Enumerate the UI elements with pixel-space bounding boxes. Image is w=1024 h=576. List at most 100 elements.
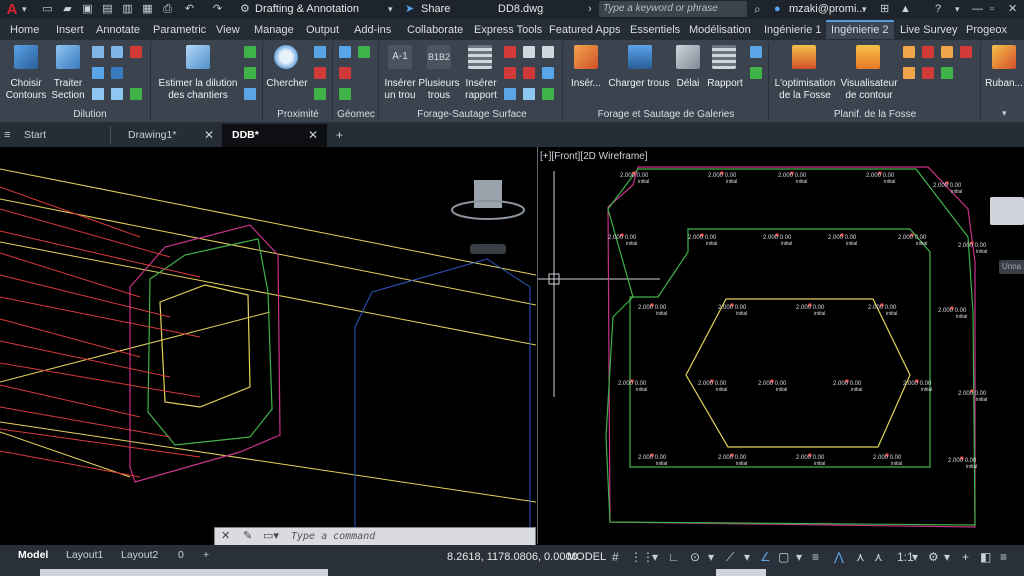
- search-icon[interactable]: ⌕: [754, 1, 761, 18]
- tab-ingenierie-2[interactable]: Ingénierie 2: [826, 20, 894, 39]
- rapport-button[interactable]: Rapport: [704, 78, 746, 90]
- dilution-tool-1-icon[interactable]: [92, 46, 104, 58]
- workspace-switcher[interactable]: Drafting & Annotation: [255, 2, 359, 17]
- wcs-dropdown[interactable]: Unna: [999, 260, 1024, 274]
- open-folder-icon[interactable]: ▰: [60, 2, 75, 17]
- galerie-check-icon[interactable]: [750, 67, 762, 79]
- geomec-tool-2-icon[interactable]: [358, 46, 370, 58]
- doc-tab-start[interactable]: Start: [24, 127, 46, 144]
- grid-icon[interactable]: #: [612, 550, 619, 565]
- layout-tab-layout2[interactable]: Layout2: [121, 548, 158, 563]
- view-cube-icon[interactable]: [990, 197, 1024, 225]
- viewport-3d[interactable]: [0, 147, 537, 544]
- tab-ingenierie-1[interactable]: Ingénierie 1: [764, 22, 822, 39]
- tab-collaborate[interactable]: Collaborate: [407, 22, 463, 39]
- isodraft-icon[interactable]: ⟋: [726, 550, 734, 565]
- maximize-icon[interactable]: ▫: [990, 1, 994, 18]
- user-account[interactable]: mzaki@promi...: [789, 2, 866, 17]
- fosse-tool-6-icon[interactable]: [922, 67, 934, 79]
- save-as-icon[interactable]: ▤: [100, 2, 115, 17]
- tab-insert[interactable]: Insert: [56, 22, 84, 39]
- help-icon[interactable]: ?: [935, 2, 941, 17]
- tab-featured-apps[interactable]: Featured Apps: [549, 22, 621, 39]
- polar-icon[interactable]: ⊙: [690, 550, 700, 565]
- minimize-icon[interactable]: —: [972, 1, 983, 18]
- ruban-button[interactable]: Ruban...: [984, 78, 1024, 90]
- proximite-tool-2-icon[interactable]: [314, 67, 326, 79]
- horizontal-scrollbar-thumb[interactable]: [716, 569, 766, 576]
- scale-chevron-icon[interactable]: ▾: [912, 550, 918, 565]
- charger-trous-button[interactable]: Charger trous: [606, 78, 672, 90]
- estimer-tool-3-icon[interactable]: [244, 88, 256, 100]
- surface-tool-5-icon[interactable]: [542, 67, 554, 79]
- workspace-chevron-icon[interactable]: ▾: [388, 2, 393, 17]
- polar-chevron-icon[interactable]: ▾: [708, 550, 714, 565]
- tab-progeox[interactable]: Progeox: [966, 22, 1007, 39]
- tab-manage[interactable]: Manage: [254, 22, 294, 39]
- isodraft-chevron-icon[interactable]: ▾: [744, 550, 750, 565]
- new-file-icon[interactable]: ▭: [40, 2, 55, 17]
- chercher-button[interactable]: Chercher: [266, 78, 308, 90]
- proximite-check-icon[interactable]: [314, 88, 326, 100]
- dilution-tool-5-icon[interactable]: [92, 88, 104, 100]
- tab-annotate[interactable]: Annotate: [96, 22, 140, 39]
- viewport-label[interactable]: [+][Front][2D Wireframe]: [540, 151, 648, 162]
- doc-tab-ddb[interactable]: DDB*: [232, 127, 259, 144]
- command-line[interactable]: ✕ ✎ ▭▾ Type a command: [214, 527, 536, 547]
- fosse-tool-4-icon[interactable]: [960, 46, 972, 58]
- proximite-tool-1-icon[interactable]: [314, 46, 326, 58]
- ribbon-collapse-chevron-icon[interactable]: ▾: [1002, 108, 1007, 119]
- tab-output[interactable]: Output: [306, 22, 339, 39]
- fosse-tool-5-icon[interactable]: [903, 67, 915, 79]
- snap-chevron-icon[interactable]: ▾: [652, 550, 658, 565]
- tab-parametric[interactable]: Parametric: [153, 22, 206, 39]
- coordinates-readout[interactable]: 8.2618, 1178.0806, 0.0000: [447, 550, 578, 565]
- workspace-gear-icon[interactable]: ⚙: [240, 2, 250, 17]
- annotation-scale-icon[interactable]: ⋀: [834, 550, 844, 565]
- close-drawing1-icon[interactable]: ✕: [204, 127, 214, 144]
- autodesk-a360-icon[interactable]: ▲: [900, 2, 911, 17]
- search-input[interactable]: Type a keyword or phrase: [599, 1, 747, 17]
- layout-tab-layout1[interactable]: Layout1: [66, 548, 103, 563]
- close-icon[interactable]: ✕: [1008, 1, 1017, 18]
- plusieurs-trous-button[interactable]: Plusieurs trous: [418, 78, 460, 102]
- fosse-check-icon[interactable]: [941, 67, 953, 79]
- tab-view[interactable]: View: [216, 22, 240, 39]
- surface-tool-4-icon[interactable]: [523, 67, 535, 79]
- geomec-tool-3-icon[interactable]: [339, 67, 351, 79]
- dilution-tool-3-icon[interactable]: [130, 46, 142, 58]
- user-chevron-icon[interactable]: ▾: [862, 2, 867, 17]
- dilution-help-icon[interactable]: [111, 67, 123, 79]
- galerie-tool-1-icon[interactable]: [750, 46, 762, 58]
- isolate-icon[interactable]: ◧: [980, 550, 991, 565]
- osnap-icon[interactable]: ▢: [778, 550, 789, 565]
- workspace-gear-status-icon[interactable]: ⚙: [928, 550, 939, 565]
- help-chevron-icon[interactable]: ▾: [955, 2, 960, 17]
- model-space-toggle[interactable]: MODEL: [567, 550, 606, 565]
- viewport-front[interactable]: 2.000 0.00 initial 2.000 0.00 initial 2.000 …: [537, 147, 1024, 544]
- add-layout-icon[interactable]: +: [203, 548, 209, 563]
- tab-add-ins[interactable]: Add-ins: [354, 22, 391, 39]
- geomec-tool-1-icon[interactable]: [339, 46, 351, 58]
- user-icon[interactable]: ●: [774, 2, 781, 17]
- horizontal-scrollbar[interactable]: [40, 569, 328, 576]
- tab-home[interactable]: Home: [10, 22, 39, 39]
- layout-tab-0[interactable]: 0: [178, 548, 184, 563]
- share-button[interactable]: Share: [421, 2, 450, 17]
- plot-icon[interactable]: ⎙: [160, 2, 175, 17]
- doc-tab-drawing1[interactable]: Drawing1*: [128, 127, 176, 144]
- delai-button[interactable]: Délai: [672, 78, 704, 90]
- dilution-tool-4-icon[interactable]: [92, 67, 104, 79]
- surface-check-icon[interactable]: [542, 88, 554, 100]
- command-customize-icon[interactable]: ✎: [243, 529, 252, 544]
- autoscale-icon[interactable]: ⋏: [874, 550, 883, 565]
- close-ddb-icon[interactable]: ✕: [308, 127, 318, 144]
- workspace-chevron-status-icon[interactable]: ▾: [944, 550, 950, 565]
- estimer-dilution-button[interactable]: Estimer la dilution des chantiers: [154, 78, 242, 102]
- surface-clock-icon[interactable]: [523, 46, 535, 58]
- share-icon[interactable]: ➤: [405, 2, 414, 17]
- cloud-save-icon[interactable]: ▥: [120, 2, 135, 17]
- geomec-check-icon[interactable]: [339, 88, 351, 100]
- app-logo-icon[interactable]: A: [3, 0, 21, 19]
- surface-tool-6-icon[interactable]: [504, 88, 516, 100]
